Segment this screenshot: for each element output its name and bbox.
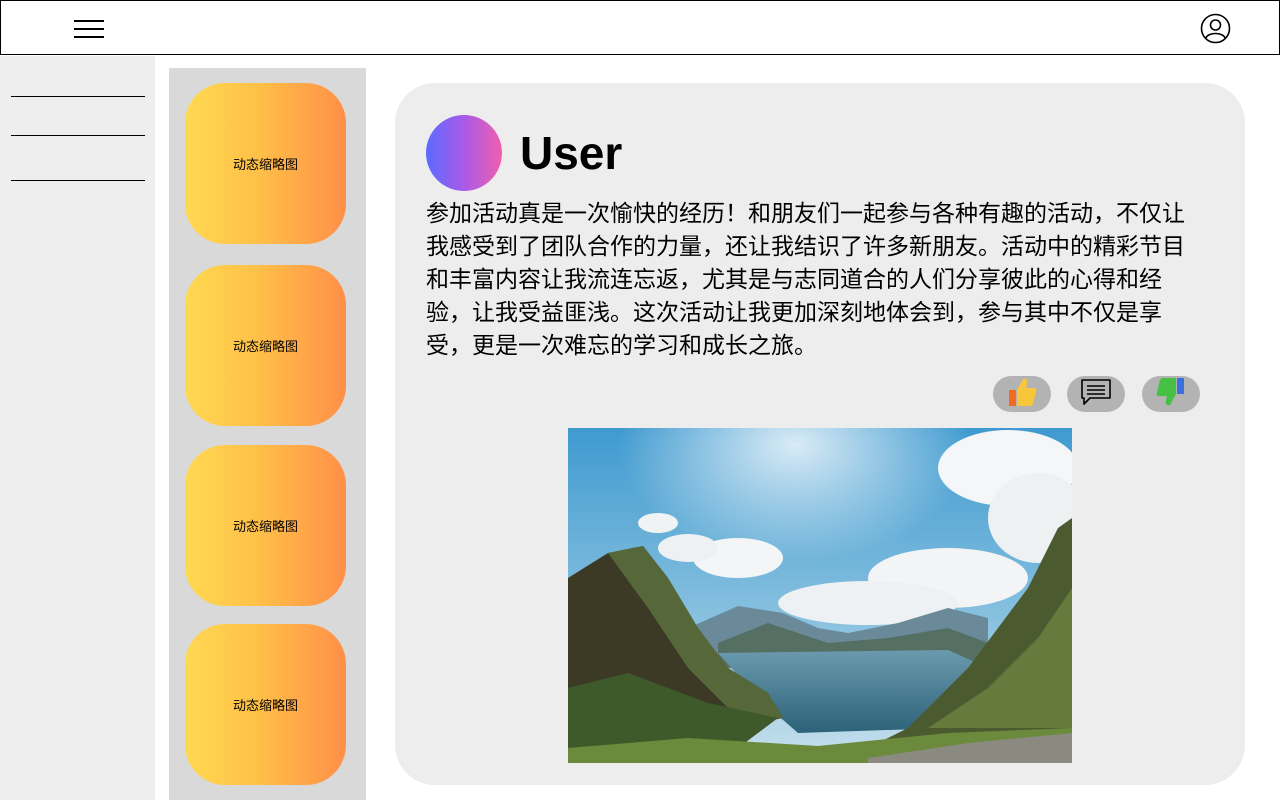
- thumbnail-label: 动态缩略图: [232, 699, 298, 714]
- post-thumbnail[interactable]: 动态缩略图: [185, 83, 346, 244]
- thumbnail-label: 动态缩略图: [232, 340, 298, 355]
- post-card: User 参加活动真是一次愉快的经历！和朋友们一起参与各种有趣的活动，不仅让我感…: [395, 83, 1245, 785]
- thumbs-down-icon: [1154, 375, 1188, 413]
- post-thumbnail[interactable]: 动态缩略图: [185, 624, 346, 785]
- sidebar-item[interactable]: [11, 180, 145, 181]
- comment-icon: [1079, 377, 1113, 411]
- post-photo[interactable]: [568, 428, 1088, 763]
- sidebar-item[interactable]: [11, 135, 145, 136]
- thumbnail-label: 动态缩略图: [232, 520, 298, 535]
- dislike-button[interactable]: [1142, 376, 1200, 412]
- post-thumbnail[interactable]: 动态缩略图: [185, 265, 346, 426]
- post-thumbnail[interactable]: 动态缩略图: [185, 445, 346, 606]
- top-bar: [0, 0, 1280, 55]
- thumbs-up-icon: [1005, 375, 1039, 413]
- sidebar: [0, 56, 155, 800]
- comment-button[interactable]: [1067, 376, 1125, 412]
- thumbnail-label: 动态缩略图: [232, 158, 298, 173]
- username[interactable]: User: [520, 121, 622, 185]
- sidebar-item[interactable]: [11, 96, 145, 97]
- post-text: 参加活动真是一次愉快的经历！和朋友们一起参与各种有趣的活动，不仅让我感受到了团队…: [426, 201, 1185, 359]
- thumbnail-list: 动态缩略图 动态缩略图 动态缩略图 动态缩略图: [169, 68, 366, 800]
- like-button[interactable]: [993, 376, 1051, 412]
- hamburger-menu-icon[interactable]: [74, 18, 104, 40]
- avatar[interactable]: [426, 115, 502, 191]
- user-circle-icon[interactable]: [1200, 13, 1231, 44]
